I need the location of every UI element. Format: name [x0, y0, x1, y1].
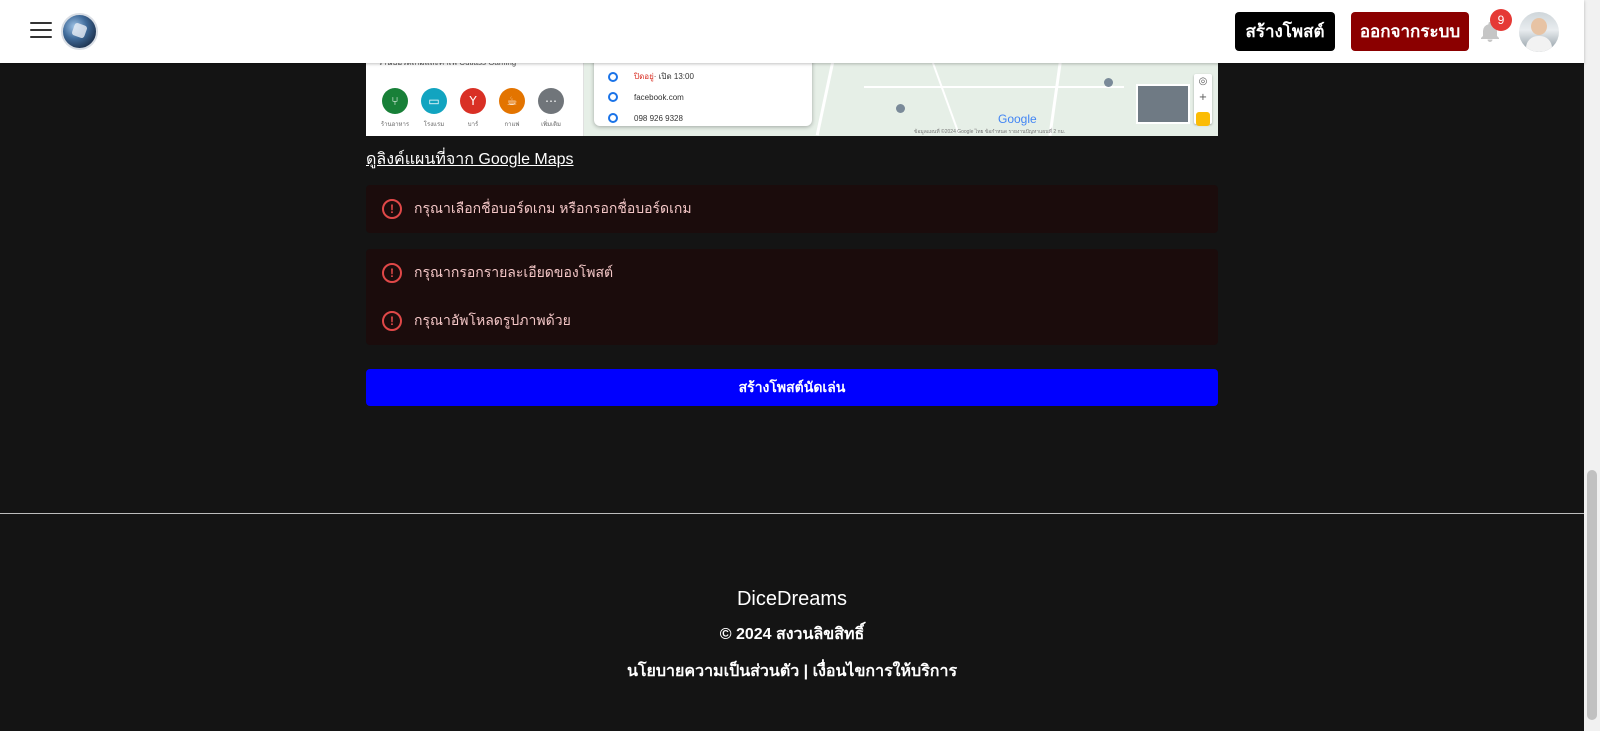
clock-icon: [608, 71, 618, 82]
restaurant-icon[interactable]: ⑂: [382, 88, 408, 114]
error-message: กรุณาอัพโหลดรูปภาพด้วย: [414, 312, 571, 328]
logout-button[interactable]: ออกจากระบบ: [1351, 12, 1469, 51]
map-place-panel: ร้านบอร์ดเกมและคาเฟ่ Cutlass Gaming ⑂ ▭ …: [366, 56, 584, 136]
scrollbar-thumb[interactable]: [1587, 470, 1597, 720]
privacy-policy-link[interactable]: นโยบายความเป็นส่วนตัว: [627, 663, 799, 680]
hamburger-menu-icon[interactable]: [30, 22, 52, 40]
top-navbar: สร้างโพสต์ ออกจากระบบ 9: [0, 0, 1584, 63]
site-logo[interactable]: [61, 13, 98, 50]
phone-icon: [608, 113, 618, 123]
map-attribution: ข้อมูลแผนที่ ©2024 Google ไทย ข้อกำหนด ร…: [914, 129, 1066, 135]
hotel-icon[interactable]: ▭: [421, 88, 447, 114]
google-maps-link[interactable]: ดูลิงค์แผนที่จาก Google Maps: [366, 147, 574, 172]
cafe-icon[interactable]: ☕: [499, 88, 525, 114]
street-view-thumbnail[interactable]: [1136, 84, 1190, 124]
error-message: กรุณากรอกรายละเอียดของโพสต์: [414, 264, 614, 280]
hours-text: · เปิด 13:00: [653, 72, 694, 81]
page-scrollbar[interactable]: [1584, 0, 1600, 731]
category-label: บาร์: [467, 122, 479, 128]
footer-separator: |: [799, 663, 813, 680]
footer-brand: DiceDreams: [736, 588, 848, 610]
pegman-icon[interactable]: [1196, 112, 1210, 126]
create-meetup-post-button[interactable]: สร้างโพสต์นัดเล่น: [366, 369, 1218, 406]
create-post-button[interactable]: สร้างโพสต์: [1235, 12, 1335, 51]
phone-number[interactable]: 098 926 9328: [634, 114, 683, 123]
globe-icon: [608, 92, 618, 102]
place-info-card: ปิดอยู่ · เปิด 13:00 facebook.com 098 92…: [594, 56, 812, 126]
footer-links: นโยบายความเป็นส่วนตัว | เงื่อนไขการให้บร…: [0, 659, 1584, 684]
google-logo: Google: [998, 112, 1037, 126]
category-label: กาแฟ: [504, 122, 520, 128]
site-footer: DiceDreams © 2024 สงวนลิขสิทธิ์ นโยบายคว…: [0, 514, 1584, 731]
map-canvas[interactable]: ปิดอยู่ · เปิด 13:00 facebook.com 098 92…: [584, 56, 1218, 136]
error-message: กรุณาเลือกชื่อบอร์ดเกม หรือกรอกชื่อบอร์ด…: [414, 200, 692, 216]
footer-copyright: © 2024 สงวนลิขสิทธิ์: [719, 626, 865, 643]
category-label: เพิ่มเติม: [541, 122, 561, 128]
website-link[interactable]: facebook.com: [634, 93, 684, 102]
error-icon: !: [382, 199, 402, 219]
category-label: ร้านอาหาร: [380, 122, 410, 128]
bar-icon[interactable]: Y: [460, 88, 486, 114]
error-icon: !: [382, 311, 402, 331]
more-icon[interactable]: ⋯: [538, 88, 564, 114]
error-icon: !: [382, 263, 402, 283]
terms-link[interactable]: เงื่อนไขการให้บริการ: [813, 663, 957, 680]
user-avatar[interactable]: [1519, 12, 1559, 52]
hours-status: ปิดอยู่: [634, 72, 654, 81]
category-label: โรงแรม: [423, 122, 445, 128]
embedded-map[interactable]: ร้านบอร์ดเกมและคาเฟ่ Cutlass Gaming ⑂ ▭ …: [366, 56, 1218, 136]
error-alert-boardgame: ! กรุณาเลือกชื่อบอร์ดเกม หรือกรอกชื่อบอร…: [366, 185, 1218, 233]
error-alert-group: ! กรุณากรอกรายละเอียดของโพสต์ ! กรุณาอัพ…: [366, 249, 1218, 345]
notification-badge: 9: [1490, 9, 1512, 31]
